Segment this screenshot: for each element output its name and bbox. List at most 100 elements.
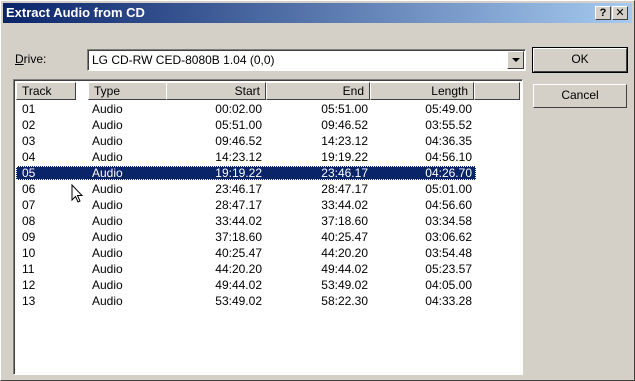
cell-length: 03:06.62 [425,230,472,244]
column-header-blank [474,82,520,100]
table-row[interactable]: 13 Audio 53:49.02 58:22.30 04:33.28 [16,294,476,308]
cell-end: 09:46.52 [321,118,368,132]
help-button[interactable]: ? [595,6,611,20]
cell-type: Audio [92,166,123,180]
cell-track: 02 [22,118,36,132]
table-row[interactable]: 11 Audio 44:20.20 49:44.02 05:23.57 [16,262,476,276]
cell-type: Audio [92,150,123,164]
cell-start: 33:44.02 [215,214,262,228]
cell-track: 01 [22,102,36,116]
cell-end: 44:20.20 [321,246,368,260]
cell-start: 44:20.20 [215,262,262,276]
cell-type: Audio [92,278,123,292]
cell-end: 49:44.02 [321,262,368,276]
cell-track: 05 [22,166,36,180]
cell-track: 09 [22,230,36,244]
title-bar[interactable]: Extract Audio from CD ? ✕ [3,3,632,23]
cell-end: 28:47.17 [321,182,368,196]
drive-label-accesskey: D [15,52,24,66]
table-row[interactable]: 08 Audio 33:44.02 37:18.60 03:34.58 [16,214,476,228]
table-row[interactable]: 02 Audio 05:51.00 09:46.52 03:55.52 [16,118,476,132]
table-row[interactable]: 06 Audio 23:46.17 28:47.17 05:01.00 [16,182,476,196]
mouse-pointer-icon [71,184,83,203]
close-icon: ✕ [615,7,625,19]
cell-end: 19:19.22 [321,150,368,164]
cell-start: 05:51.00 [215,118,262,132]
cell-start: 37:18.60 [215,230,262,244]
cell-end: 05:51.00 [321,102,368,116]
cell-type: Audio [92,102,123,116]
help-icon: ? [599,7,607,19]
table-row[interactable]: 04 Audio 14:23.12 19:19.22 04:56.10 [16,150,476,164]
cell-type: Audio [92,198,123,212]
cell-start: 49:44.02 [215,278,262,292]
cell-length: 04:56.60 [425,198,472,212]
table-row[interactable]: 10 Audio 40:25.47 44:20.20 03:54.48 [16,246,476,260]
cancel-button[interactable]: Cancel [533,84,627,108]
cell-end: 33:44.02 [321,198,368,212]
drive-label: Drive: [15,52,46,66]
cell-start: 23:46.17 [215,182,262,196]
table-row[interactable]: 01 Audio 00:02.00 05:51.00 05:49.00 [16,102,476,116]
cell-length: 04:26.70 [425,166,472,180]
extract-audio-dialog: Extract Audio from CD ? ✕ Drive: LG CD-R… [0,0,635,381]
cell-type: Audio [92,230,123,244]
cell-track: 03 [22,134,36,148]
cell-end: 23:46.17 [321,166,368,180]
cell-type: Audio [92,182,123,196]
column-header-type[interactable]: Type [88,82,174,100]
track-list[interactable]: Track Type Start End Length 01 Audio 00:02… [13,79,523,375]
column-header-end[interactable]: End [266,82,370,100]
cell-start: 53:49.02 [215,294,262,308]
cell-start: 14:23.12 [215,150,262,164]
cell-track: 10 [22,246,36,260]
chevron-down-icon[interactable] [507,51,524,69]
cell-length: 03:34.58 [425,214,472,228]
drive-label-text: rive: [23,52,47,66]
table-row[interactable]: 09 Audio 37:18.60 40:25.47 03:06.62 [16,230,476,244]
cell-type: Audio [92,214,123,228]
cell-end: 58:22.30 [321,294,368,308]
cell-start: 28:47.17 [215,198,262,212]
cell-length: 03:54.48 [425,246,472,260]
window-title: Extract Audio from CD [6,5,145,20]
table-row[interactable]: 07 Audio 28:47.17 33:44.02 04:56.60 [16,198,476,212]
cell-track: 06 [22,182,36,196]
cell-start: 40:25.47 [215,246,262,260]
cell-length: 03:55.52 [425,118,472,132]
drive-select-value: LG CD-RW CED-8080B 1.04 (0,0) [92,53,275,67]
table-row[interactable]: 05 Audio 19:19.22 23:46.17 04:26.70 [16,166,476,180]
cell-track: 12 [22,278,36,292]
cell-start: 09:46.52 [215,134,262,148]
cell-track: 13 [22,294,36,308]
column-header-start[interactable]: Start [166,82,266,100]
cell-type: Audio [92,262,123,276]
close-button[interactable]: ✕ [612,6,628,20]
cell-type: Audio [92,118,123,132]
cell-end: 14:23.12 [321,134,368,148]
ok-button[interactable]: OK [532,47,628,73]
cell-length: 04:33.28 [425,294,472,308]
cell-start: 19:19.22 [215,166,262,180]
cell-end: 53:49.02 [321,278,368,292]
drive-select[interactable]: LG CD-RW CED-8080B 1.04 (0,0) [87,49,526,71]
cell-type: Audio [92,134,123,148]
cell-length: 04:36.35 [425,134,472,148]
cell-length: 05:49.00 [425,102,472,116]
cell-length: 05:23.57 [425,262,472,276]
cell-track: 04 [22,150,36,164]
cell-track: 07 [22,198,36,212]
cell-track: 08 [22,214,36,228]
column-header-track[interactable]: Track [16,82,76,100]
cell-type: Audio [92,246,123,260]
cell-length: 05:01.00 [425,182,472,196]
cell-length: 04:56.10 [425,150,472,164]
table-row[interactable]: 12 Audio 49:44.02 53:49.02 04:05.00 [16,278,476,292]
cell-length: 04:05.00 [425,278,472,292]
table-row[interactable]: 03 Audio 09:46.52 14:23.12 04:36.35 [16,134,476,148]
cell-start: 00:02.00 [215,102,262,116]
column-header-length[interactable]: Length [370,82,474,100]
cell-end: 37:18.60 [321,214,368,228]
cell-track: 11 [22,262,35,276]
cell-end: 40:25.47 [321,230,368,244]
